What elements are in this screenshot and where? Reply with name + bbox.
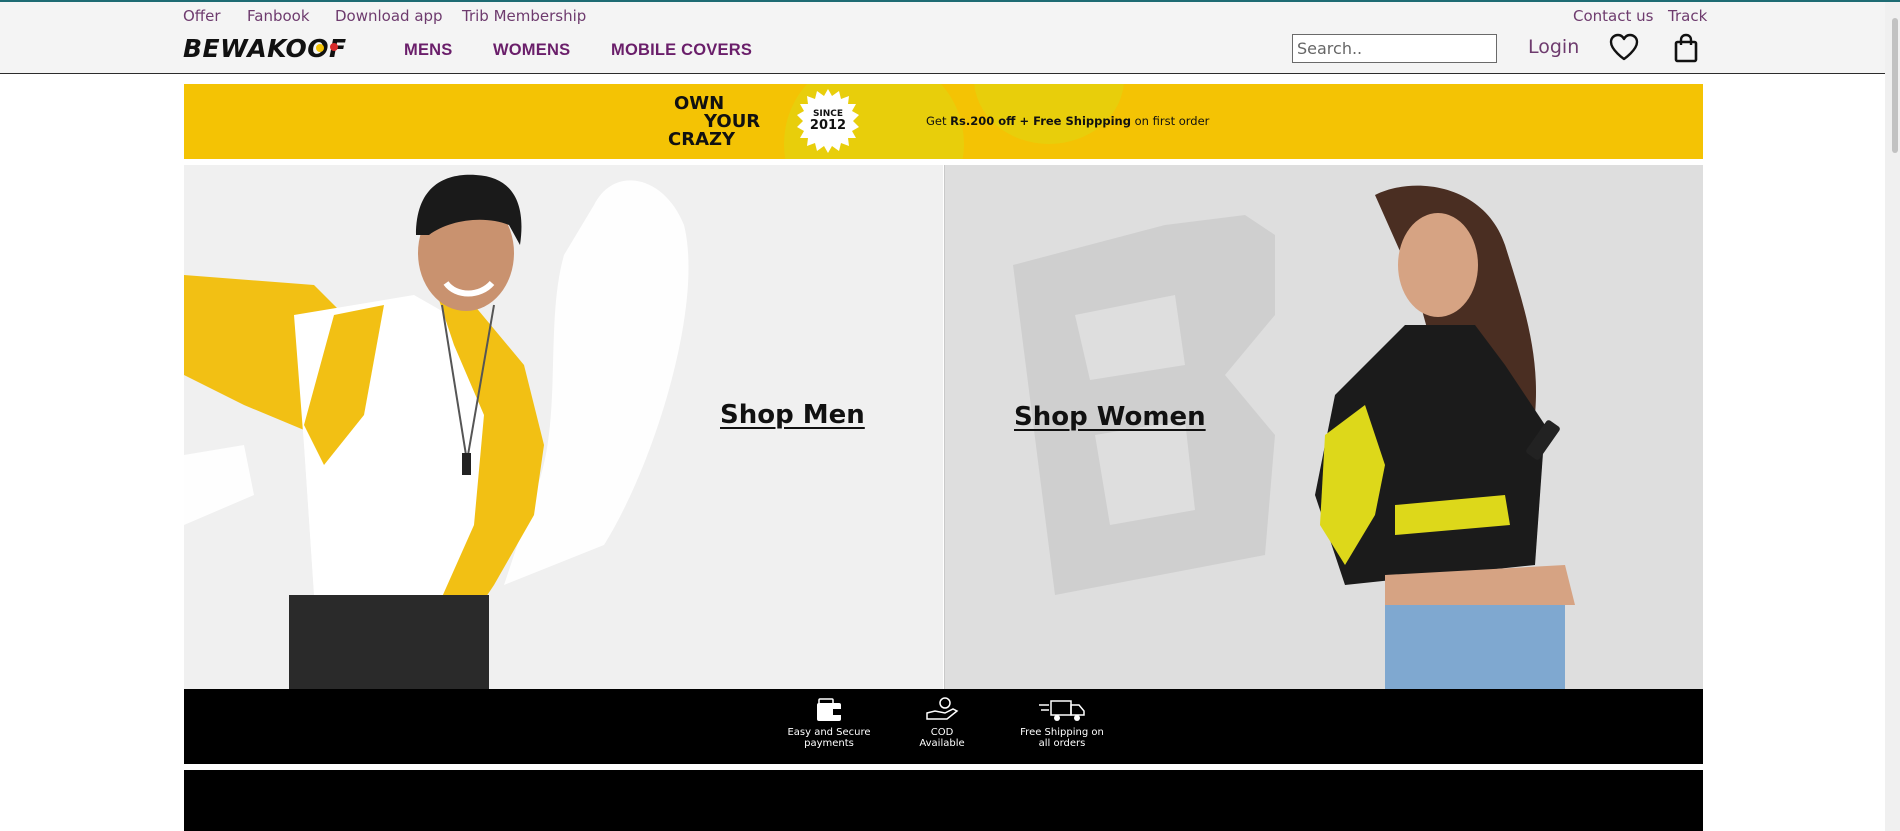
brand-logo[interactable]: BEWAKOOF <box>183 32 369 64</box>
promo-banner[interactable]: OWN YOUR CRAZY SINCE 2012 Get Rs.200 off… <box>184 84 1703 159</box>
feature-free-shipping: Free Shipping on all orders <box>1006 697 1118 749</box>
feature-cod: COD Available <box>902 697 982 749</box>
cash-hand-icon <box>926 697 959 720</box>
nav-womens[interactable]: WOMENS <box>493 41 570 60</box>
feature-label: COD Available <box>919 727 965 749</box>
login-link[interactable]: Login <box>1528 36 1579 58</box>
delivery-truck-icon <box>1039 700 1085 721</box>
since-year: 2012 <box>809 118 847 133</box>
shop-women-link[interactable]: Shop Women <box>1014 402 1206 432</box>
bewakoof-logo-icon: BEWAKOOF <box>183 34 346 63</box>
promo-tagline: OWN YOUR CRAZY <box>666 95 776 149</box>
site-header: Offer Fanbook Download app Trib Membersh… <box>0 2 1900 74</box>
promo-offer-text: Get Rs.200 off + Free Shippping on first… <box>926 114 1209 128</box>
download-app-link[interactable]: Download app <box>335 7 443 25</box>
offer-link[interactable]: Offer <box>183 7 221 25</box>
feature-secure-payments: Easy and Secure payments <box>779 697 879 749</box>
fanbook-link[interactable]: Fanbook <box>247 7 310 25</box>
contact-us-link[interactable]: Contact us <box>1573 7 1653 25</box>
promo-offer-suffix: on first order <box>1134 114 1210 128</box>
wallet-icon <box>817 698 841 721</box>
shop-men-link[interactable]: Shop Men <box>720 400 865 430</box>
nav-mens[interactable]: MENS <box>404 41 452 60</box>
track-link[interactable]: Track <box>1668 7 1707 25</box>
feature-label: Free Shipping on all orders <box>1020 727 1104 749</box>
search-input[interactable] <box>1292 34 1497 63</box>
promo-tagline-line: CRAZY <box>668 129 736 150</box>
features-strip: Easy and Secure payments COD Available F… <box>184 689 1703 764</box>
feature-label: Easy and Secure payments <box>787 727 871 749</box>
bottom-banner[interactable] <box>184 770 1703 831</box>
cart-button[interactable] <box>1673 33 1699 63</box>
nav-mobile-covers[interactable]: MOBILE COVERS <box>611 41 752 60</box>
promo-offer-prefix: Get <box>926 114 947 128</box>
shopping-bag-icon <box>1674 33 1698 63</box>
wishlist-button[interactable] <box>1608 32 1640 62</box>
trib-membership-link[interactable]: Trib Membership <box>462 7 586 25</box>
scrollbar-thumb[interactable] <box>1892 18 1898 153</box>
hero-women-panel[interactable]: Shop Women <box>944 165 1703 689</box>
promo-offer-highlight: Rs.200 off + Free Shippping <box>950 114 1131 128</box>
heart-icon <box>1609 33 1639 61</box>
since-badge: SINCE 2012 <box>796 108 860 132</box>
hero-men-panel[interactable]: Shop Men <box>184 165 943 689</box>
